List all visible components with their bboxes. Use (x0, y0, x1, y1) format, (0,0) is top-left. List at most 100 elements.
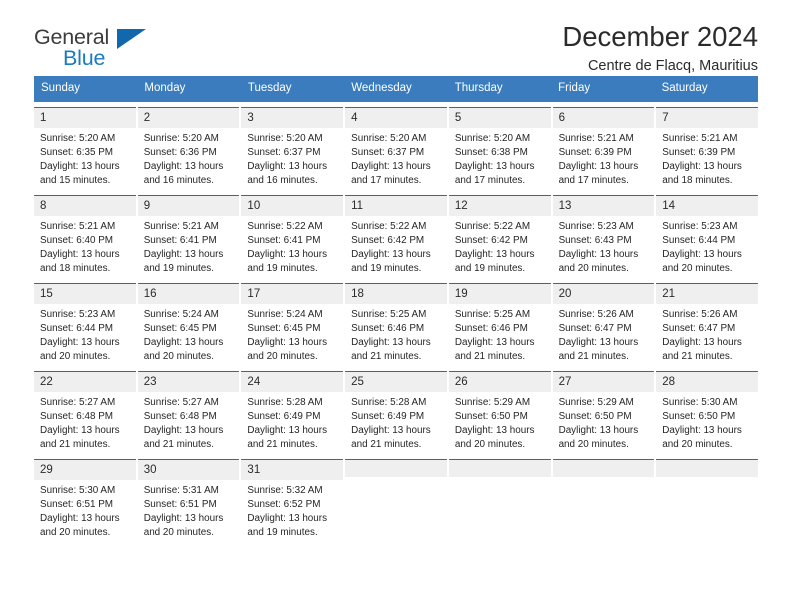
day-detail-line: and 20 minutes. (247, 351, 318, 363)
calendar-weeks: 1 Sunrise: 5:20 AM Sunset: 6:35 PM Daylight… (34, 106, 758, 542)
page-header: General Blue December 2024 Centre de Fla… (34, 0, 758, 74)
day-details: Sunrise: 5:26 AM Sunset: 6:47 PM Daylight:… (656, 304, 758, 365)
day-detail-line: Daylight: 13 hours (143, 337, 224, 349)
day-detail-line: Sunrise: 5:23 AM (558, 220, 634, 232)
day-detail-line: and 19 minutes. (247, 527, 318, 539)
day-number: 14 (656, 195, 758, 216)
weekday-header-tuesday: Tuesday (247, 82, 292, 94)
day-detail-line: and 20 minutes. (143, 527, 214, 539)
calendar-day-cell[interactable]: 21 Sunrise: 5:26 AM Sunset: 6:47 PM Dayligh… (656, 282, 758, 366)
page-subtitle: Centre de Flacq, Mauritius (587, 57, 758, 74)
generalblue-logo[interactable]: General Blue (34, 26, 164, 73)
calendar-day-cell[interactable]: 12 Sunrise: 5:22 AM Sunset: 6:42 PM Dayligh… (448, 194, 551, 278)
day-detail-line: Sunset: 6:47 PM (662, 323, 736, 335)
calendar-day-cell[interactable]: 31 Sunrise: 5:32 AM Sunset: 6:52 PM Dayligh… (241, 458, 344, 542)
day-detail-line: Sunrise: 5:27 AM (143, 396, 219, 408)
day-detail-line: Sunset: 6:50 PM (662, 411, 736, 423)
calendar-day-cell[interactable]: 24 Sunrise: 5:28 AM Sunset: 6:49 PM Dayligh… (241, 370, 344, 454)
day-detail-line: and 21 minutes. (454, 351, 526, 363)
calendar-day-cell[interactable]: 1 Sunrise: 5:20 AM Sunset: 6:35 PM Daylight… (34, 106, 136, 190)
day-detail-line: Sunset: 6:41 PM (143, 235, 217, 247)
calendar-day-cell[interactable]: 8 Sunrise: 5:21 AM Sunset: 6:40 PM Daylight… (34, 194, 136, 278)
day-detail-line: Sunrise: 5:28 AM (247, 396, 323, 408)
calendar-day-cell[interactable]: 14 Sunrise: 5:23 AM Sunset: 6:44 PM Dayligh… (656, 194, 758, 278)
day-details: Sunrise: 5:23 AM Sunset: 6:44 PM Daylight:… (656, 216, 758, 277)
day-detail-line: and 20 minutes. (662, 263, 733, 275)
day-details: Sunrise: 5:23 AM Sunset: 6:43 PM Daylight:… (553, 216, 655, 277)
page-title: December 2024 (562, 21, 758, 52)
day-number: 30 (137, 459, 240, 480)
day-number (656, 459, 758, 477)
calendar-day-cell[interactable]: 9 Sunrise: 5:21 AM Sunset: 6:41 PM Daylight… (137, 194, 240, 278)
day-details: Sunrise: 5:22 AM Sunset: 6:42 PM Daylight:… (345, 216, 447, 277)
calendar-day-cell[interactable]: 20 Sunrise: 5:26 AM Sunset: 6:47 PM Dayligh… (552, 282, 655, 366)
day-detail-line: Daylight: 13 hours (662, 425, 742, 437)
day-detail-line: and 17 minutes. (351, 175, 422, 187)
day-detail-line: Sunrise: 5:29 AM (558, 396, 634, 408)
day-detail-line: and 16 minutes. (247, 175, 318, 187)
day-number: 4 (345, 107, 447, 128)
calendar-day-cell[interactable]: 29 Sunrise: 5:30 AM Sunset: 6:51 PM Dayligh… (34, 458, 136, 542)
calendar-day-cell[interactable]: 5 Sunrise: 5:20 AM Sunset: 6:38 PM Daylight… (448, 106, 551, 190)
day-detail-line: and 20 minutes. (454, 439, 526, 451)
day-detail-line: Sunrise: 5:29 AM (454, 396, 531, 408)
day-detail-line: Sunset: 6:46 PM (454, 323, 528, 335)
calendar-day-cell[interactable]: 19 Sunrise: 5:25 AM Sunset: 6:46 PM Dayligh… (448, 282, 551, 366)
weekday-header-sunday: Sunday (41, 82, 81, 94)
day-detail-line: Sunset: 6:42 PM (351, 235, 425, 247)
calendar-day-cell[interactable]: 27 Sunrise: 5:29 AM Sunset: 6:50 PM Dayligh… (552, 370, 655, 454)
day-details: Sunrise: 5:30 AM Sunset: 6:51 PM Daylight:… (34, 480, 136, 541)
calendar-empty-cell (345, 458, 447, 542)
day-detail-line: Daylight: 13 hours (40, 425, 120, 437)
day-detail-line: and 15 minutes. (40, 175, 111, 187)
day-number: 11 (345, 195, 447, 216)
day-details: Sunrise: 5:31 AM Sunset: 6:51 PM Daylight:… (138, 480, 240, 541)
day-detail-line: Sunrise: 5:26 AM (558, 308, 634, 320)
day-detail-line: Sunrise: 5:28 AM (351, 396, 427, 408)
day-number (448, 459, 551, 477)
calendar-day-cell[interactable]: 26 Sunrise: 5:29 AM Sunset: 6:50 PM Dayligh… (448, 370, 551, 454)
day-detail-line: Sunset: 6:51 PM (40, 499, 114, 511)
day-number: 17 (241, 283, 344, 304)
calendar-day-cell[interactable]: 28 Sunrise: 5:30 AM Sunset: 6:50 PM Dayligh… (656, 370, 758, 454)
day-detail-line: Sunrise: 5:23 AM (662, 220, 738, 232)
calendar-day-cell[interactable]: 11 Sunrise: 5:22 AM Sunset: 6:42 PM Dayligh… (345, 194, 447, 278)
day-detail-line: Sunset: 6:44 PM (40, 323, 114, 335)
day-detail-line: and 21 minutes. (40, 439, 111, 451)
day-detail-line: and 19 minutes. (351, 263, 422, 275)
day-detail-line: and 20 minutes. (40, 351, 111, 363)
day-detail-line: Sunset: 6:40 PM (40, 235, 114, 247)
day-number: 9 (137, 195, 240, 216)
calendar-day-cell[interactable]: 6 Sunrise: 5:21 AM Sunset: 6:39 PM Daylight… (552, 106, 655, 190)
calendar-day-cell[interactable]: 13 Sunrise: 5:23 AM Sunset: 6:43 PM Dayligh… (552, 194, 655, 278)
day-detail-line: and 17 minutes. (558, 175, 629, 187)
day-detail-line: Sunset: 6:42 PM (454, 235, 528, 247)
calendar-day-cell[interactable]: 2 Sunrise: 5:20 AM Sunset: 6:36 PM Daylight… (137, 106, 240, 190)
day-detail-line: and 21 minutes. (351, 351, 422, 363)
calendar-day-cell[interactable]: 17 Sunrise: 5:24 AM Sunset: 6:45 PM Dayligh… (241, 282, 344, 366)
day-detail-line: Daylight: 13 hours (143, 249, 224, 261)
calendar-day-cell[interactable]: 22 Sunrise: 5:27 AM Sunset: 6:48 PM Dayligh… (34, 370, 136, 454)
calendar-day-cell[interactable]: 10 Sunrise: 5:22 AM Sunset: 6:41 PM Dayligh… (241, 194, 344, 278)
calendar-day-cell[interactable]: 15 Sunrise: 5:23 AM Sunset: 6:44 PM Dayligh… (34, 282, 136, 366)
calendar-day-cell[interactable]: 7 Sunrise: 5:21 AM Sunset: 6:39 PM Daylight… (656, 106, 758, 190)
day-detail-line: and 20 minutes. (40, 527, 111, 539)
calendar-day-cell[interactable]: 3 Sunrise: 5:20 AM Sunset: 6:37 PM Daylight… (241, 106, 344, 190)
calendar-day-cell[interactable]: 18 Sunrise: 5:25 AM Sunset: 6:46 PM Dayligh… (345, 282, 447, 366)
calendar-day-cell[interactable]: 23 Sunrise: 5:27 AM Sunset: 6:48 PM Dayligh… (137, 370, 240, 454)
calendar-page: General Blue December 2024 Centre de Fla… (0, 0, 792, 612)
day-detail-line: Sunrise: 5:20 AM (247, 132, 323, 144)
day-number: 29 (34, 459, 136, 480)
day-details: Sunrise: 5:25 AM Sunset: 6:46 PM Daylight:… (345, 304, 447, 365)
day-detail-line: Sunrise: 5:32 AM (247, 484, 323, 496)
calendar-day-cell[interactable]: 25 Sunrise: 5:28 AM Sunset: 6:49 PM Dayligh… (345, 370, 447, 454)
day-details: Sunrise: 5:22 AM Sunset: 6:42 PM Daylight:… (449, 216, 551, 277)
day-number: 21 (656, 283, 758, 304)
day-detail-line: Sunset: 6:37 PM (351, 147, 425, 159)
calendar-day-cell[interactable]: 4 Sunrise: 5:20 AM Sunset: 6:37 PM Daylight… (345, 106, 447, 190)
day-detail-line: Daylight: 13 hours (351, 425, 431, 437)
calendar-day-cell[interactable]: 30 Sunrise: 5:31 AM Sunset: 6:51 PM Dayligh… (137, 458, 240, 542)
calendar-day-cell[interactable]: 16 Sunrise: 5:24 AM Sunset: 6:45 PM Dayligh… (137, 282, 240, 366)
day-detail-line: Sunrise: 5:20 AM (454, 132, 531, 144)
day-detail-line: Sunrise: 5:26 AM (662, 308, 738, 320)
